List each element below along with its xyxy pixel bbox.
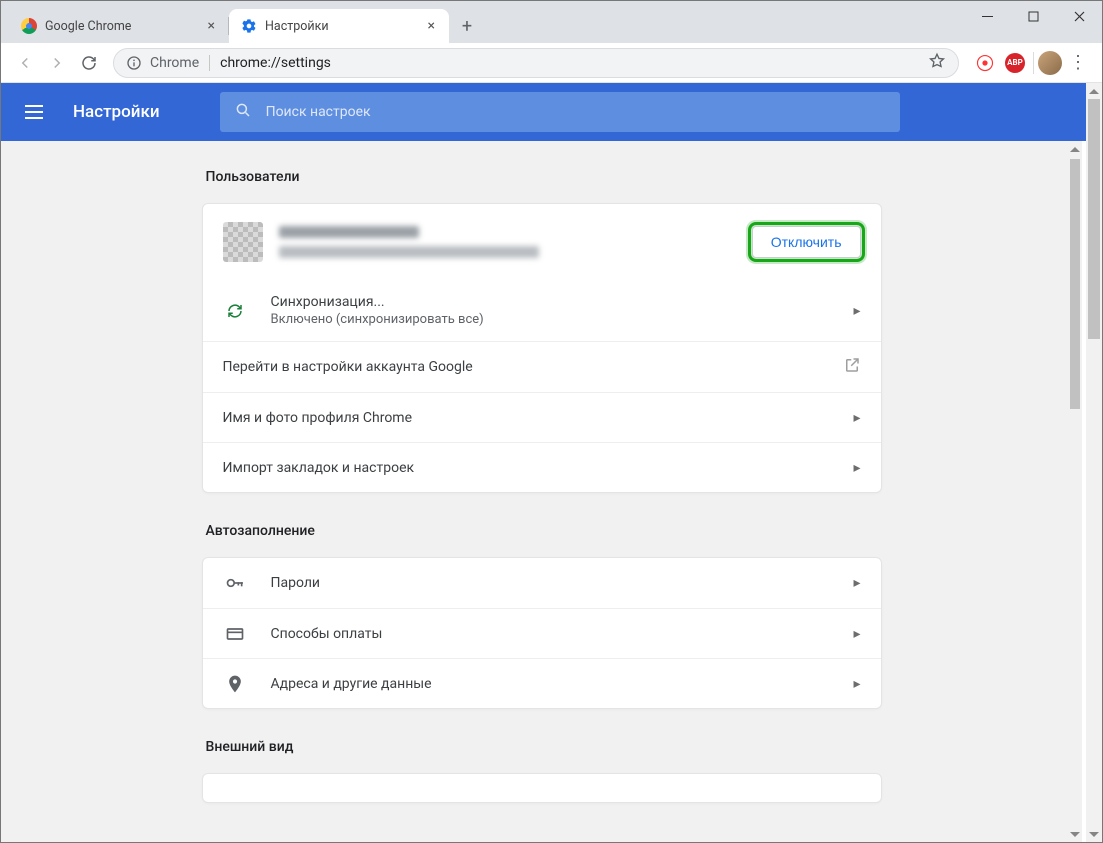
passwords-row[interactable]: Пароли ▸ — [203, 558, 881, 608]
row-label: Способы оплаты — [271, 626, 383, 642]
sync-row[interactable]: Синхронизация... Включено (синхронизиров… — [203, 280, 881, 341]
sync-icon — [223, 302, 247, 320]
autofill-card: Пароли ▸ Способы оплаты ▸ — [202, 557, 882, 709]
scroll-down-icon[interactable] — [1089, 826, 1099, 842]
maximize-button[interactable] — [1010, 1, 1056, 31]
profile-avatar[interactable] — [1038, 51, 1062, 75]
settings-header: Настройки Поиск настроек — [1, 83, 1086, 141]
disconnect-button[interactable]: Отключить — [752, 226, 861, 258]
search-icon — [234, 101, 252, 123]
external-link-icon — [843, 356, 861, 378]
new-tab-button[interactable]: + — [453, 12, 481, 40]
outer-scrollbar[interactable] — [1086, 83, 1102, 842]
chevron-right-icon: ▸ — [853, 303, 860, 319]
chrome-window: Google Chrome × Настройки × + — [0, 0, 1103, 843]
row-label: Имя и фото профиля Chrome — [223, 410, 413, 426]
profile-picture — [223, 222, 263, 262]
forward-button[interactable] — [41, 47, 73, 79]
import-row[interactable]: Импорт закладок и настроек ▸ — [203, 442, 881, 492]
profile-name-redacted — [279, 226, 419, 238]
chevron-right-icon: ▸ — [853, 626, 860, 642]
section-users-title: Пользователи — [206, 169, 882, 185]
omnibox[interactable]: Chrome chrome://settings — [113, 48, 959, 78]
tab-google-chrome[interactable]: Google Chrome × — [9, 9, 229, 43]
section-appearance-title: Внешний вид — [206, 739, 882, 755]
yandex-extension-icon[interactable] — [971, 49, 999, 77]
extension-icons: ABP — [967, 49, 1029, 77]
row-label: Импорт закладок и настроек — [223, 460, 415, 476]
back-button[interactable] — [9, 47, 41, 79]
google-account-row[interactable]: Перейти в настройки аккаунта Google — [203, 341, 881, 392]
settings-body: Пользователи Отключить — [1, 141, 1082, 842]
chevron-right-icon: ▸ — [853, 410, 860, 426]
close-tab-icon[interactable]: × — [206, 19, 217, 33]
scroll-down-icon[interactable] — [1068, 826, 1082, 842]
section-autofill-title: Автозаполнение — [206, 523, 882, 539]
titlebar: Google Chrome × Настройки × + — [1, 1, 1102, 43]
adblock-extension-icon[interactable]: ABP — [1005, 53, 1025, 73]
reload-button[interactable] — [73, 47, 105, 79]
scroll-thumb[interactable] — [1070, 159, 1080, 409]
tab-settings[interactable]: Настройки × — [229, 9, 449, 43]
key-icon — [223, 573, 247, 593]
window-controls — [964, 1, 1102, 43]
scroll-thumb[interactable] — [1088, 99, 1100, 339]
menu-button[interactable]: ⋮ — [1062, 47, 1094, 79]
settings-search[interactable]: Поиск настроек — [220, 92, 900, 132]
page-title: Настройки — [73, 102, 160, 122]
card-icon — [223, 624, 247, 644]
site-info-icon[interactable]: Chrome — [126, 55, 199, 71]
scroll-up-icon[interactable] — [1068, 141, 1082, 157]
chevron-right-icon: ▸ — [853, 460, 860, 476]
users-card: Отключить Синхронизация... Включено (син… — [202, 203, 882, 493]
chevron-right-icon: ▸ — [853, 676, 860, 692]
omnibox-divider — [209, 55, 210, 71]
minimize-button[interactable] — [964, 1, 1010, 31]
inner-scrollbar[interactable] — [1067, 141, 1082, 842]
payment-row[interactable]: Способы оплаты ▸ — [203, 608, 881, 658]
addresses-row[interactable]: Адреса и другие данные ▸ — [203, 658, 881, 708]
bookmark-star-icon[interactable] — [928, 52, 946, 74]
chrome-logo-icon — [21, 18, 37, 34]
scroll-up-icon[interactable] — [1089, 83, 1099, 99]
sync-status: Включено (синхронизировать все) — [271, 312, 484, 327]
tab-strip: Google Chrome × Настройки × + — [1, 1, 485, 43]
page-content: Настройки Поиск настроек Пользователи — [1, 83, 1086, 842]
location-icon — [223, 674, 247, 694]
row-label: Адреса и другие данные — [271, 676, 432, 692]
search-placeholder: Поиск настроек — [266, 104, 371, 120]
menu-icon[interactable] — [25, 100, 49, 124]
toolbar: Chrome chrome://settings ABP ⋮ — [1, 43, 1102, 83]
name-photo-row[interactable]: Имя и фото профиля Chrome ▸ — [203, 392, 881, 442]
close-window-button[interactable] — [1056, 1, 1102, 31]
gear-icon — [241, 18, 257, 34]
scheme-label: Chrome — [150, 55, 199, 71]
appearance-card — [202, 773, 882, 803]
tab-title: Google Chrome — [45, 19, 131, 34]
row-label: Пароли — [271, 575, 321, 591]
profile-email-redacted — [279, 246, 539, 258]
tab-title: Настройки — [265, 19, 329, 34]
row-label: Перейти в настройки аккаунта Google — [223, 359, 473, 375]
profile-row: Отключить — [203, 204, 881, 280]
chevron-right-icon: ▸ — [853, 575, 860, 591]
url-text: chrome://settings — [220, 55, 331, 71]
scroll-track[interactable] — [1086, 99, 1102, 826]
toolbar-separator — [1033, 52, 1034, 74]
close-tab-icon[interactable]: × — [426, 19, 437, 33]
sync-title: Синхронизация... — [271, 294, 484, 310]
